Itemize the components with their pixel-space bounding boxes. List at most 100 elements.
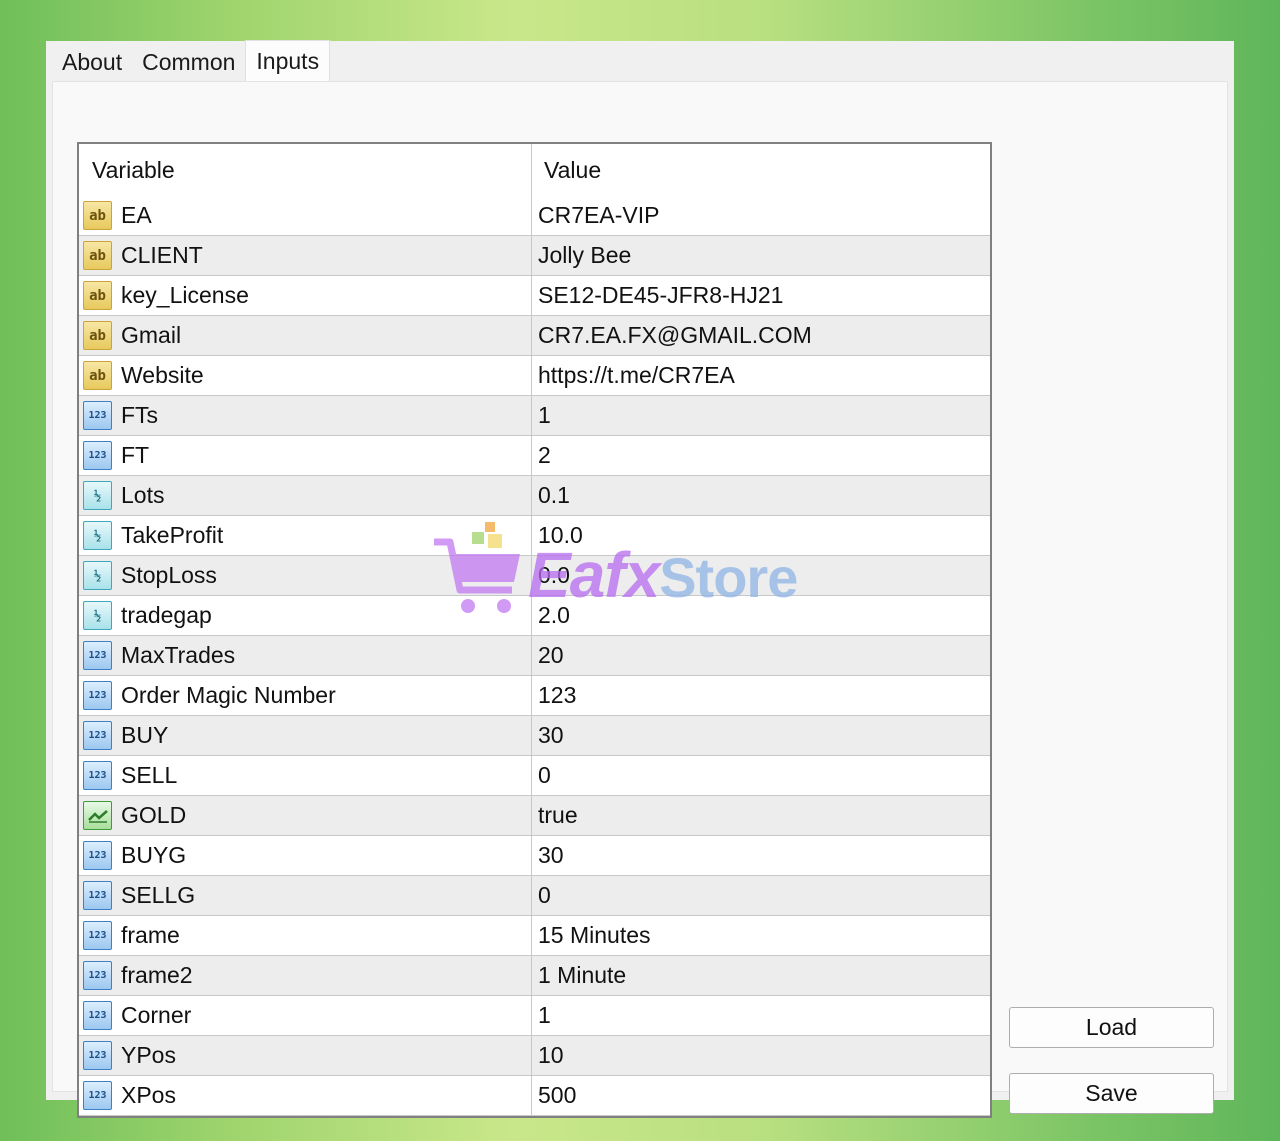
value-cell[interactable]: 500 — [532, 1076, 990, 1115]
variable-name: FTs — [121, 402, 159, 428]
integer-type-icon: 123 — [83, 921, 112, 950]
table-row[interactable]: ab key_License SE12-DE45-JFR8-HJ21 — [79, 276, 990, 316]
table-row[interactable]: ab EA CR7EA-VIP — [79, 196, 990, 236]
column-header-value[interactable]: Value — [532, 144, 990, 196]
variable-name: StopLoss — [121, 562, 217, 588]
table-row[interactable]: 123 BUY 30 — [79, 716, 990, 756]
value-cell[interactable]: Jolly Bee — [532, 236, 990, 275]
value-cell[interactable]: 2 — [532, 436, 990, 475]
value-cell[interactable]: 30 — [532, 716, 990, 755]
variable-name: GOLD — [121, 802, 187, 828]
table-row[interactable]: ½ Lots 0.1 — [79, 476, 990, 516]
variable-cell: ½ Lots — [79, 476, 532, 515]
value-cell[interactable]: https://t.me/CR7EA — [532, 356, 990, 395]
string-type-icon: ab — [83, 281, 112, 310]
variable-cell: ½ tradegap — [79, 596, 532, 635]
variable-cell: 123 MaxTrades — [79, 636, 532, 675]
variable-name: Website — [121, 362, 204, 388]
table-row[interactable]: 123 YPos 10 — [79, 1036, 990, 1076]
value-cell[interactable]: 2.0 — [532, 596, 990, 635]
variable-cell: GOLD — [79, 796, 532, 835]
tab-about[interactable]: About — [52, 43, 132, 81]
table-row[interactable]: ab CLIENT Jolly Bee — [79, 236, 990, 276]
variable-name: frame — [121, 922, 180, 948]
tab-common[interactable]: Common — [132, 43, 245, 81]
integer-type-icon: 123 — [83, 681, 112, 710]
variable-name: frame2 — [121, 962, 193, 988]
double-type-icon: ½ — [83, 521, 112, 550]
variable-name: TakeProfit — [121, 522, 224, 548]
value-cell[interactable]: 0 — [532, 756, 990, 795]
table-row[interactable]: 123 MaxTrades 20 — [79, 636, 990, 676]
variable-cell: 123 FT — [79, 436, 532, 475]
value-cell[interactable]: 0.0 — [532, 556, 990, 595]
variable-name: Gmail — [121, 322, 182, 348]
variable-name: YPos — [121, 1042, 176, 1068]
variable-name: BUYG — [121, 842, 187, 868]
value-cell[interactable]: SE12-DE45-JFR8-HJ21 — [532, 276, 990, 315]
tab-bar: About Common Inputs — [52, 40, 331, 83]
variable-name: Corner — [121, 1002, 192, 1028]
inputs-dialog: About Common Inputs Variable Value ab EA C… — [46, 40, 1234, 1118]
value-cell[interactable]: 0.1 — [532, 476, 990, 515]
save-button[interactable]: Save — [1009, 1073, 1214, 1114]
variable-cell: ab Gmail — [79, 316, 532, 355]
integer-type-icon: 123 — [83, 761, 112, 790]
integer-type-icon: 123 — [83, 1001, 112, 1030]
variable-cell: 123 FTs — [79, 396, 532, 435]
table-row[interactable]: 123 frame2 1 Minute — [79, 956, 990, 996]
value-cell[interactable]: 0 — [532, 876, 990, 915]
table-row[interactable]: 123 Order Magic Number 123 — [79, 676, 990, 716]
table-row[interactable]: ½ TakeProfit 10.0 — [79, 516, 990, 556]
value-cell[interactable]: 1 Minute — [532, 956, 990, 995]
variable-cell: 123 BUY — [79, 716, 532, 755]
variable-name: SELL — [121, 762, 178, 788]
table-row[interactable]: ½ StopLoss 0.0 — [79, 556, 990, 596]
load-button[interactable]: Load — [1009, 1007, 1214, 1048]
variable-cell: 123 YPos — [79, 1036, 532, 1075]
table-row[interactable]: ab Gmail CR7.EA.FX@GMAIL.COM — [79, 316, 990, 356]
value-cell[interactable]: 10 — [532, 1036, 990, 1075]
string-type-icon: ab — [83, 241, 112, 270]
table-row[interactable]: ab Website https://t.me/CR7EA — [79, 356, 990, 396]
table-row[interactable]: 123 XPos 500 — [79, 1076, 990, 1116]
variable-name: BUY — [121, 722, 169, 748]
variable-name: XPos — [121, 1082, 176, 1108]
value-cell[interactable]: 20 — [532, 636, 990, 675]
table-row[interactable]: 123 SELL 0 — [79, 756, 990, 796]
table-row[interactable]: 123 BUYG 30 — [79, 836, 990, 876]
table-row[interactable]: 123 FT 2 — [79, 436, 990, 476]
value-cell[interactable]: 15 Minutes — [532, 916, 990, 955]
table-row[interactable]: 123 Corner 1 — [79, 996, 990, 1036]
variable-cell: 123 frame2 — [79, 956, 532, 995]
value-cell[interactable]: 10.0 — [532, 516, 990, 555]
grid-header-row: Variable Value — [79, 144, 990, 196]
string-type-icon: ab — [83, 201, 112, 230]
integer-type-icon: 123 — [83, 1081, 112, 1110]
integer-type-icon: 123 — [83, 881, 112, 910]
variable-cell: 123 Order Magic Number — [79, 676, 532, 715]
value-cell[interactable]: true — [532, 796, 990, 835]
value-cell[interactable]: 1 — [532, 996, 990, 1035]
value-cell[interactable]: 123 — [532, 676, 990, 715]
integer-type-icon: 123 — [83, 961, 112, 990]
inputs-grid: Variable Value ab EA CR7EA-VIP ab CLIENT Joll… — [77, 142, 992, 1118]
tab-inputs[interactable]: Inputs — [245, 40, 331, 81]
variable-name: EA — [121, 202, 152, 228]
value-cell[interactable]: CR7EA-VIP — [532, 196, 990, 235]
variable-name: Order Magic Number — [121, 682, 336, 708]
column-header-variable[interactable]: Variable — [79, 144, 532, 196]
table-row[interactable]: 123 SELLG 0 — [79, 876, 990, 916]
integer-type-icon: 123 — [83, 721, 112, 750]
table-row[interactable]: GOLD true — [79, 796, 990, 836]
table-row[interactable]: 123 frame 15 Minutes — [79, 916, 990, 956]
value-cell[interactable]: 1 — [532, 396, 990, 435]
value-cell[interactable]: CR7.EA.FX@GMAIL.COM — [532, 316, 990, 355]
variable-name: CLIENT — [121, 242, 203, 268]
inputs-panel: Variable Value ab EA CR7EA-VIP ab CLIENT Joll… — [52, 81, 1228, 1118]
variable-name: SELLG — [121, 882, 196, 908]
table-row[interactable]: ½ tradegap 2.0 — [79, 596, 990, 636]
variable-cell: 123 Corner — [79, 996, 532, 1035]
table-row[interactable]: 123 FTs 1 — [79, 396, 990, 436]
value-cell[interactable]: 30 — [532, 836, 990, 875]
